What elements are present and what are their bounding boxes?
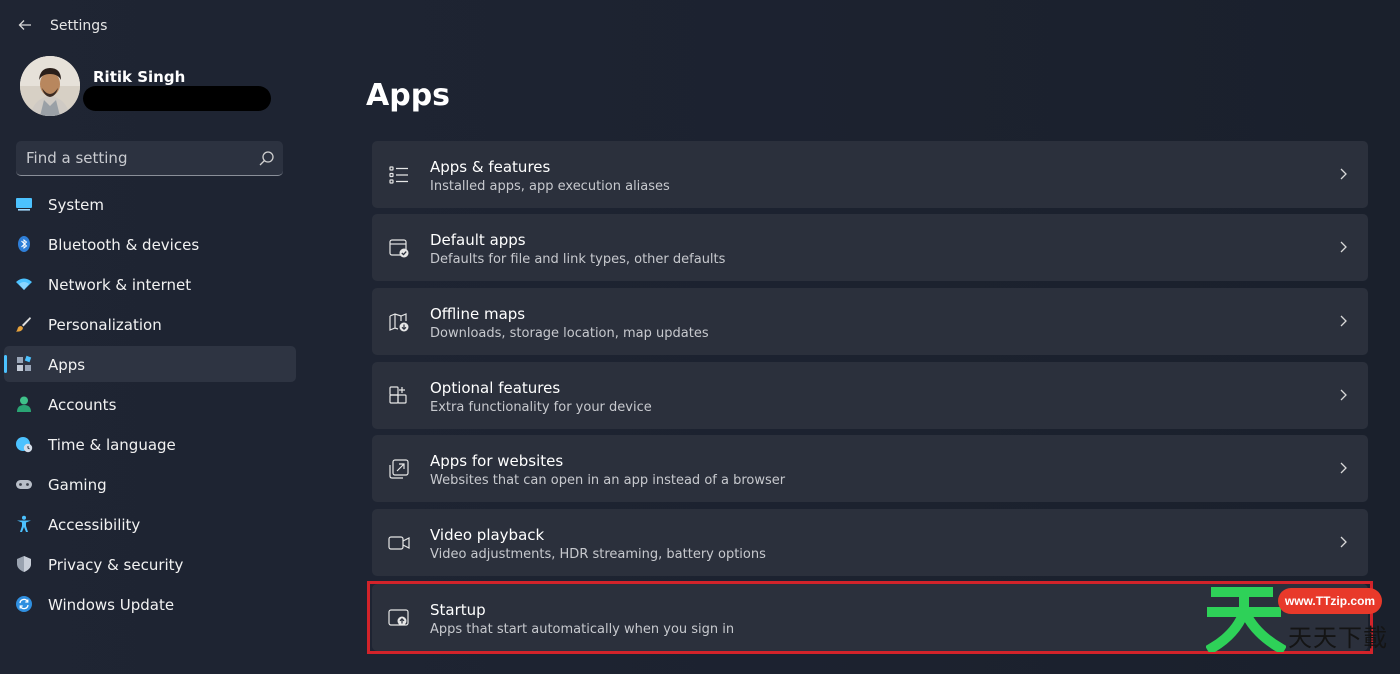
chevron-right-icon — [1340, 389, 1347, 401]
wifi-icon — [16, 278, 32, 290]
card-default-apps[interactable]: Default apps Defaults for file and link … — [372, 214, 1368, 281]
search-icon[interactable] — [258, 150, 275, 167]
monitor-icon — [16, 198, 32, 211]
sidebar-item-label: Apps — [48, 356, 86, 374]
card-title: Optional features — [430, 379, 561, 397]
sidebar-item-bluetooth[interactable]: Bluetooth & devices — [4, 226, 296, 262]
open-window-icon — [389, 459, 409, 479]
default-apps-icon — [389, 239, 409, 258]
sidebar-item-accessibility[interactable]: Accessibility — [4, 506, 296, 542]
sidebar-item-label: Gaming — [48, 476, 107, 494]
brush-icon — [16, 317, 31, 332]
chevron-right-icon — [1340, 536, 1347, 548]
card-title: Apps & features — [430, 158, 551, 176]
card-optional-features[interactable]: Optional features Extra functionality fo… — [372, 362, 1368, 429]
startup-icon — [388, 609, 409, 626]
sidebar-item-label: Privacy & security — [48, 556, 184, 574]
sidebar-item-label: Network & internet — [48, 276, 192, 294]
title-bar: Settings — [0, 0, 330, 52]
apps-icon — [17, 355, 32, 371]
shield-icon — [17, 556, 31, 572]
user-name: Ritik Singh — [93, 68, 186, 86]
card-title: Apps for websites — [430, 452, 564, 470]
bluetooth-icon — [18, 236, 30, 252]
sidebar-item-gaming[interactable]: Gaming — [4, 466, 296, 502]
video-camera-icon — [388, 536, 410, 550]
back-button[interactable] — [14, 14, 36, 36]
card-subtitle: Websites that can open in an app instead… — [430, 473, 786, 488]
card-title: Offline maps — [430, 305, 526, 323]
gamepad-icon — [16, 480, 32, 489]
accessibility-icon — [17, 515, 31, 532]
card-startup[interactable]: Startup Apps that start automatically wh… — [372, 584, 1368, 651]
map-download-icon — [389, 313, 409, 332]
app-title: Settings — [50, 18, 108, 34]
user-profile[interactable]: Ritik Singh — [20, 56, 290, 120]
card-subtitle: Extra functionality for your device — [430, 400, 652, 415]
avatar — [20, 56, 80, 116]
search-input[interactable] — [16, 141, 251, 175]
chevron-right-icon — [1340, 315, 1347, 327]
sidebar-item-time-language[interactable]: Time & language — [4, 426, 296, 462]
sidebar-item-network[interactable]: Network & internet — [4, 266, 296, 302]
sidebar-item-label: Personalization — [48, 316, 162, 334]
card-subtitle: Downloads, storage location, map updates — [430, 326, 709, 341]
chevron-right-icon — [1340, 168, 1347, 180]
active-indicator — [4, 355, 7, 373]
chevron-right-icon — [1340, 241, 1347, 253]
search-box — [16, 141, 283, 176]
sidebar-item-label: Windows Update — [48, 596, 175, 614]
list-icon — [389, 166, 408, 184]
redacted-email — [83, 86, 271, 111]
sync-icon — [16, 596, 32, 612]
sidebar-nav: System Bluetooth & devices Network & int… — [4, 186, 296, 626]
card-title: Video playback — [430, 526, 545, 544]
sidebar-item-label: Bluetooth & devices — [48, 236, 200, 254]
sidebar-item-personalization[interactable]: Personalization — [4, 306, 296, 342]
card-offline-maps[interactable]: Offline maps Downloads, storage location… — [372, 288, 1368, 355]
sidebar-item-privacy-security[interactable]: Privacy & security — [4, 546, 296, 582]
card-subtitle: Installed apps, app execution aliases — [430, 179, 670, 194]
globe-clock-icon — [16, 437, 33, 453]
add-grid-icon — [389, 386, 407, 404]
sidebar-item-apps[interactable]: Apps — [4, 346, 296, 382]
sidebar-item-system[interactable]: System — [4, 186, 296, 222]
sidebar-item-accounts[interactable]: Accounts — [4, 386, 296, 422]
back-arrow-icon — [18, 20, 31, 30]
page-title: Apps — [366, 78, 451, 113]
card-apps-features[interactable]: Apps & features Installed apps, app exec… — [372, 141, 1368, 208]
card-subtitle: Video adjustments, HDR streaming, batter… — [430, 547, 766, 562]
card-video-playback[interactable]: Video playback Video adjustments, HDR st… — [372, 509, 1368, 576]
card-subtitle: Apps that start automatically when you s… — [430, 622, 735, 637]
sidebar-item-label: Time & language — [48, 436, 176, 454]
card-title: Startup — [430, 601, 486, 619]
sidebar-item-label: System — [48, 196, 104, 214]
settings-window: Settings Ritik Singh Find a setting Syst… — [0, 0, 1400, 674]
card-subtitle: Defaults for file and link types, other … — [430, 252, 726, 267]
sidebar-item-label: Accessibility — [48, 516, 141, 534]
person-icon — [17, 396, 31, 412]
card-apps-for-websites[interactable]: Apps for websites Websites that can open… — [372, 435, 1368, 502]
sidebar-item-label: Accounts — [48, 396, 117, 414]
sidebar-item-windows-update[interactable]: Windows Update — [4, 586, 296, 622]
chevron-right-icon — [1340, 462, 1347, 474]
card-title: Default apps — [430, 231, 526, 249]
